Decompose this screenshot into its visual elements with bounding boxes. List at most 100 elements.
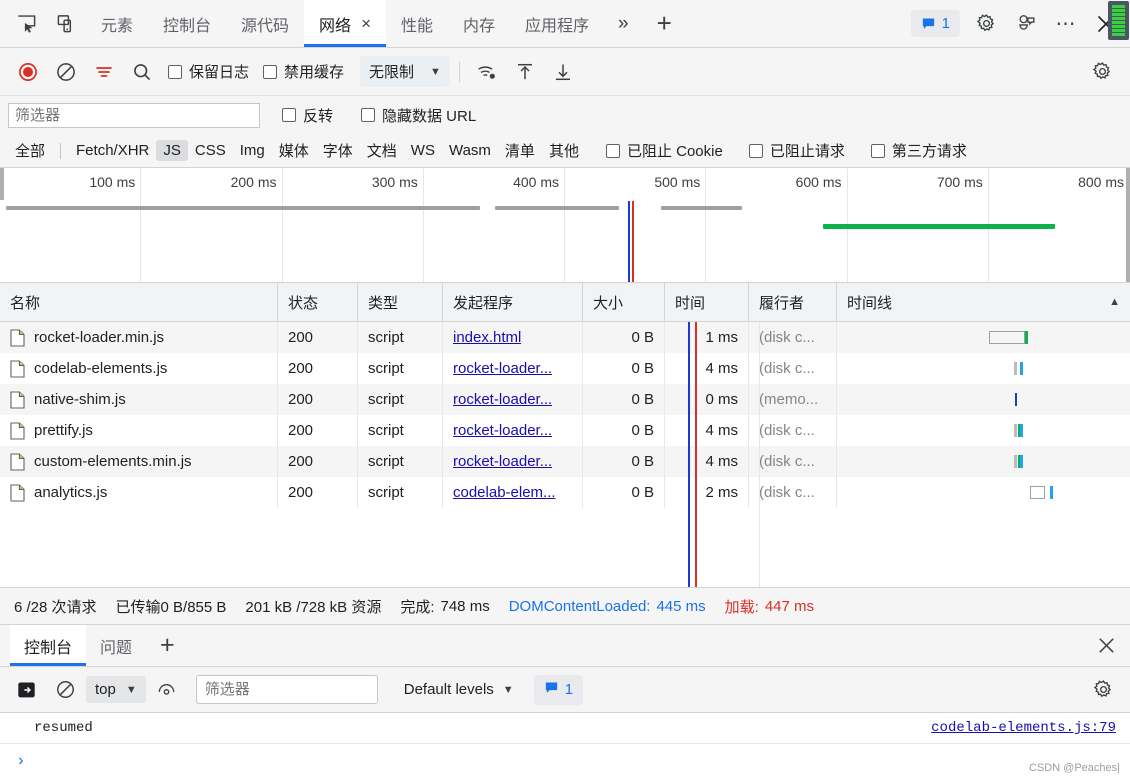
network-overview[interactable]: 100 ms 200 ms 300 ms 400 ms 500 ms 600 ms 700 … — [0, 168, 1130, 283]
clear-button[interactable] — [48, 54, 84, 90]
table-row[interactable]: custom-elements.min.js 200 script rocket-lo… — [0, 446, 1130, 477]
tab-network-close-icon[interactable]: × — [361, 15, 371, 32]
table-row[interactable]: codelab-elements.js 200 script rocket-loade… — [0, 353, 1130, 384]
type-filter-js[interactable]: JS — [156, 140, 188, 161]
more-tabs-icon[interactable]: » — [604, 0, 643, 47]
more-options-icon[interactable]: ⋯ — [1046, 4, 1086, 44]
tab-sources[interactable]: 源代码 — [226, 0, 304, 47]
clear-console-icon[interactable] — [48, 673, 82, 707]
type-filter-wasm[interactable]: Wasm — [442, 140, 498, 161]
type-filter-font[interactable]: 字体 — [316, 138, 360, 163]
request-waterfall-cell — [837, 446, 1130, 477]
column-header[interactable]: 时间 — [665, 283, 749, 321]
disable-cache-checkbox[interactable]: 禁用缓存 — [257, 61, 350, 82]
request-initiator[interactable]: rocket-loader... — [453, 422, 552, 439]
table-row[interactable]: native-shim.js 200 script rocket-loader... 0… — [0, 384, 1130, 415]
console-context-select[interactable]: top ▼ — [86, 676, 146, 703]
console-sidebar-icon[interactable] — [10, 673, 44, 707]
drawer-add-tab-button[interactable]: + — [146, 625, 189, 666]
overview-left-handle[interactable] — [0, 168, 4, 200]
type-filter-media[interactable]: 媒体 — [272, 138, 316, 163]
third-party-checkbox[interactable]: 第三方请求 — [865, 140, 973, 161]
hide-data-urls-checkbox[interactable]: 隐藏数据 URL — [355, 105, 482, 126]
network-conditions-icon[interactable] — [469, 54, 505, 90]
import-har-icon[interactable] — [507, 54, 543, 90]
column-header[interactable]: 类型 — [358, 283, 443, 321]
overview-tick: 500 ms — [565, 168, 707, 282]
third-party-box[interactable] — [870, 143, 885, 158]
tab-memory[interactable]: 内存 — [448, 0, 510, 47]
console-filter-input[interactable] — [195, 675, 378, 704]
requests-table-body[interactable]: rocket-loader.min.js 200 script index.html 0… — [0, 322, 1130, 587]
type-filter-ws[interactable]: WS — [404, 140, 442, 161]
column-header[interactable]: 状态 — [278, 283, 358, 321]
request-initiator[interactable]: index.html — [453, 329, 521, 346]
table-row[interactable]: analytics.js 200 script codelab-elem... 0 B 2… — [0, 477, 1130, 508]
request-type: script — [368, 453, 404, 470]
record-button[interactable] — [10, 54, 46, 90]
preserve-log-box[interactable] — [168, 64, 182, 79]
column-header[interactable]: 时间线 ▲ — [837, 283, 1130, 321]
request-initiator[interactable]: rocket-loader... — [453, 453, 552, 470]
tab-elements[interactable]: 元素 — [86, 0, 148, 47]
request-initiator[interactable]: rocket-loader... — [453, 360, 552, 377]
drawer-tab-issues[interactable]: 问题 — [86, 625, 146, 666]
console-message-source-link[interactable]: codelab-elements.js:79 — [931, 720, 1116, 736]
blocked-cookies-checkbox[interactable]: 已阻止 Cookie — [600, 140, 729, 161]
column-header[interactable]: 履行者 — [749, 283, 837, 321]
overview-request-bar — [661, 206, 743, 210]
tab-application[interactable]: 应用程序 — [510, 0, 604, 47]
blocked-cookies-box[interactable] — [605, 143, 620, 158]
tab-network[interactable]: 网络 × — [304, 0, 386, 47]
column-header-label: 大小 — [593, 294, 624, 312]
console-message-badge[interactable]: 1 — [533, 674, 584, 705]
live-expression-icon[interactable] — [150, 673, 184, 707]
preserve-log-checkbox[interactable]: 保留日志 — [162, 61, 255, 82]
console-message-row[interactable]: resumed codelab-elements.js:79 — [0, 713, 1130, 744]
request-size-cell: 0 B — [583, 353, 665, 384]
export-har-icon[interactable] — [545, 54, 581, 90]
invert-checkbox[interactable]: 反转 — [276, 105, 339, 126]
network-settings-icon[interactable] — [1084, 54, 1120, 90]
request-name-cell: native-shim.js — [0, 384, 278, 415]
type-filter-fetch-xhr[interactable]: Fetch/XHR — [69, 140, 156, 161]
invert-box[interactable] — [282, 108, 296, 122]
overview-right-handle[interactable] — [1126, 168, 1130, 282]
customize-devtools-icon[interactable] — [1006, 4, 1046, 44]
drawer-close-icon[interactable] — [1082, 625, 1130, 666]
type-filter-img[interactable]: Img — [233, 140, 272, 161]
disable-cache-box[interactable] — [263, 64, 278, 79]
console-prompt-row[interactable]: › CSDN @Peaches| — [0, 744, 1130, 777]
type-filter-doc[interactable]: 文档 — [360, 138, 404, 163]
blocked-requests-box[interactable] — [748, 143, 763, 158]
blocked-requests-checkbox[interactable]: 已阻止请求 — [743, 140, 851, 161]
table-row[interactable]: rocket-loader.min.js 200 script index.html 0… — [0, 322, 1130, 353]
tab-console[interactable]: 控制台 — [148, 0, 226, 47]
hide-data-urls-box[interactable] — [361, 108, 376, 122]
column-header[interactable]: 发起程序 — [443, 283, 583, 321]
type-filter-all[interactable]: 全部 — [8, 138, 52, 163]
type-filter-css[interactable]: CSS — [188, 140, 233, 161]
request-initiator[interactable]: rocket-loader... — [453, 391, 552, 408]
inspect-element-icon[interactable] — [6, 0, 46, 47]
network-filter-input[interactable] — [8, 102, 260, 128]
type-filter-manifest[interactable]: 清单 — [498, 138, 542, 163]
request-initiator[interactable]: codelab-elem... — [453, 484, 556, 501]
type-filter-other[interactable]: 其他 — [542, 138, 586, 163]
search-button[interactable] — [124, 54, 160, 90]
console-settings-icon[interactable] — [1086, 673, 1120, 707]
add-panel-button[interactable]: + — [643, 0, 686, 47]
tabstrip-right-actions: 1 ⋯ — [910, 0, 1130, 47]
throttling-select[interactable]: 无限制 ▼ — [360, 56, 450, 87]
drawer-tab-console[interactable]: 控制台 — [10, 625, 87, 666]
device-toolbar-icon[interactable] — [46, 0, 86, 47]
table-row[interactable]: prettify.js 200 script rocket-loader... 0 B 4… — [0, 415, 1130, 446]
tab-performance[interactable]: 性能 — [386, 0, 448, 47]
settings-gear-icon[interactable] — [966, 4, 1006, 44]
console-levels-select[interactable]: Default levels ▼ — [404, 681, 514, 698]
column-header[interactable]: 名称 — [0, 283, 278, 321]
message-count-badge[interactable]: 1 — [910, 10, 960, 37]
message-bubble-icon — [921, 16, 936, 31]
filter-button[interactable] — [86, 54, 122, 90]
column-header[interactable]: 大小 — [583, 283, 665, 321]
